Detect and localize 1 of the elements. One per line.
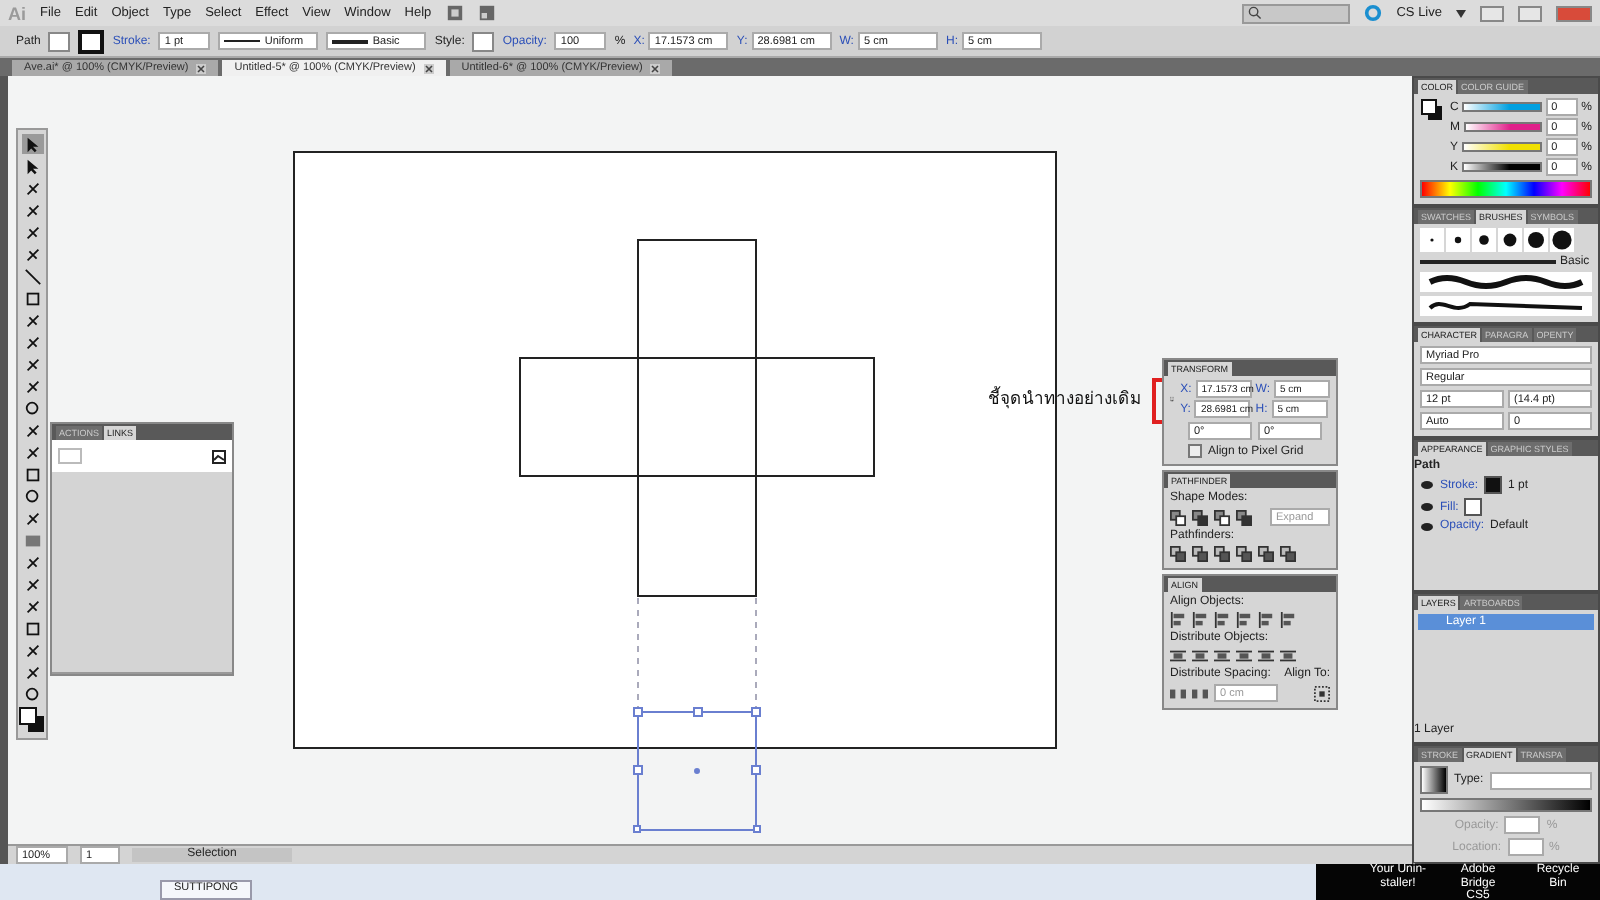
app-logo: Ai xyxy=(8,3,26,23)
